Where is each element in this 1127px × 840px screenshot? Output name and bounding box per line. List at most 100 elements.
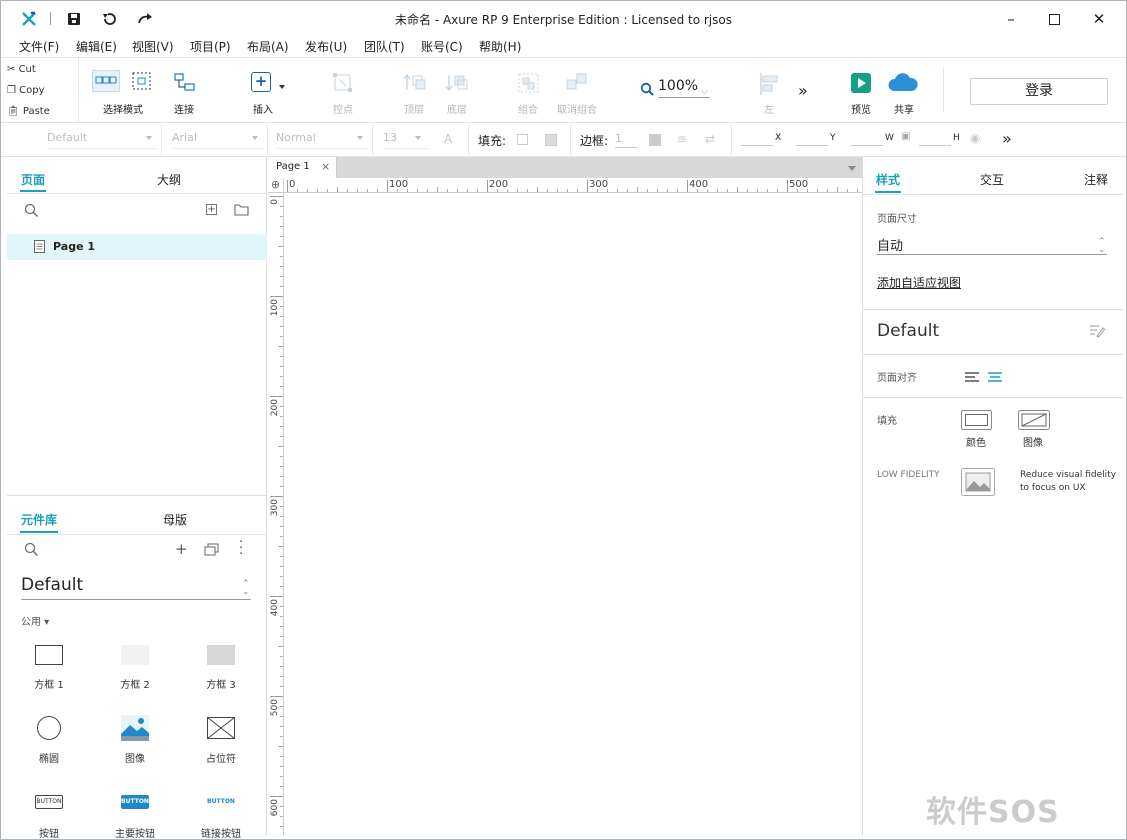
connect-icon[interactable] xyxy=(173,72,197,94)
category-toggle[interactable]: 公用 ▾ xyxy=(21,613,49,628)
box-3-icon[interactable] xyxy=(207,645,235,665)
menu-help[interactable]: 帮助(H) xyxy=(479,38,521,55)
tab-library[interactable]: 元件库 xyxy=(21,511,57,528)
ruler-minor-tick xyxy=(280,806,283,807)
tab-style[interactable]: 样式 xyxy=(876,171,900,188)
fill-color-label: 颜色 xyxy=(966,438,986,449)
search-icon[interactable] xyxy=(24,542,39,557)
x-input[interactable] xyxy=(741,145,773,146)
menu-project[interactable]: 项目(P) xyxy=(190,38,231,55)
minimize-button[interactable]: – xyxy=(999,9,1023,29)
maximize-button[interactable] xyxy=(1042,9,1066,29)
menu-edit[interactable]: 编辑(E) xyxy=(76,38,117,55)
page-list-item[interactable]: Page 1 xyxy=(7,234,267,260)
shadow-swatch[interactable] xyxy=(545,134,557,146)
style-select[interactable]: Default xyxy=(47,131,157,149)
design-canvas[interactable] xyxy=(285,193,862,835)
tab-page-1[interactable]: Page 1 × xyxy=(268,157,337,178)
ruler-minor-tick xyxy=(280,466,283,467)
align-left-icon[interactable] xyxy=(758,72,780,96)
tab-interactions[interactable]: 交互 xyxy=(980,171,1004,188)
insert-plus-icon[interactable]: + xyxy=(251,72,271,92)
search-icon[interactable] xyxy=(24,203,39,218)
ruler-label: 200 xyxy=(270,399,280,417)
h-input[interactable] xyxy=(919,145,951,146)
share-cloud-icon[interactable] xyxy=(887,72,919,94)
border-width-input[interactable]: 1 xyxy=(615,132,637,148)
point-icon[interactable] xyxy=(332,72,354,94)
arrow-style-icon[interactable]: ⇄ xyxy=(705,132,715,146)
library-window-icon[interactable] xyxy=(204,543,219,556)
more-tools-icon[interactable]: » xyxy=(798,81,808,100)
visibility-eye-icon[interactable]: ◉ xyxy=(970,131,980,145)
font-color-icon[interactable]: A xyxy=(444,132,452,146)
menu-publish[interactable]: 发布(U) xyxy=(305,38,347,55)
add-folder-icon[interactable] xyxy=(234,203,249,216)
ruler-minor-tick xyxy=(280,336,283,337)
select-intersect-button[interactable] xyxy=(92,70,120,92)
menu-view[interactable]: 视图(V) xyxy=(132,38,174,55)
ruler-origin-icon[interactable]: ⊕ xyxy=(268,178,284,193)
placeholder-icon[interactable] xyxy=(207,717,235,739)
login-button[interactable]: 登录 xyxy=(970,78,1108,105)
select-contain-button[interactable] xyxy=(131,71,153,91)
close-tab-icon[interactable]: × xyxy=(321,160,330,173)
primary-button-icon[interactable]: BUTTON xyxy=(121,795,149,809)
ruler-minor-tick xyxy=(278,646,283,647)
menu-team[interactable]: 团队(T) xyxy=(364,38,405,55)
font-select[interactable]: Arial xyxy=(172,131,264,149)
library-select[interactable]: Default xyxy=(21,575,251,600)
fill-color-swatch[interactable] xyxy=(517,134,528,145)
group-icon[interactable] xyxy=(517,72,541,94)
ruler-minor-tick xyxy=(377,189,378,192)
y-input[interactable] xyxy=(796,145,828,146)
ruler-minor-tick xyxy=(280,666,283,667)
tab-outline[interactable]: 大纲 xyxy=(157,171,181,188)
ruler-minor-tick xyxy=(280,516,283,517)
cut-button[interactable]: ✂ Cut xyxy=(7,64,36,75)
low-fidelity-toggle-icon[interactable] xyxy=(961,468,995,496)
button-icon[interactable]: BUTTON xyxy=(35,795,63,809)
image-icon[interactable] xyxy=(121,715,149,741)
border-style-icon[interactable]: ≡ xyxy=(677,132,687,146)
menu-file[interactable]: 文件(F) xyxy=(19,38,59,55)
bring-front-icon[interactable] xyxy=(402,72,428,94)
tab-list-dropdown-icon[interactable] xyxy=(848,166,856,171)
ungroup-icon[interactable] xyxy=(565,72,589,94)
weight-select[interactable]: Normal xyxy=(276,131,368,149)
lock-ratio-icon[interactable]: ▣ xyxy=(901,131,910,142)
page-size-select[interactable]: 自动 xyxy=(877,235,1107,255)
add-page-icon[interactable]: + xyxy=(206,204,217,215)
ruler-label: 0 xyxy=(289,179,296,190)
fill-image-button[interactable] xyxy=(1018,410,1050,430)
ellipse-icon[interactable] xyxy=(37,716,61,740)
preview-icon[interactable] xyxy=(851,73,871,93)
ruler-minor-tick xyxy=(767,189,768,192)
tab-pages[interactable]: 页面 xyxy=(21,171,45,188)
tab-masters[interactable]: 母版 xyxy=(163,511,187,528)
box-1-icon[interactable] xyxy=(35,645,63,665)
menu-account[interactable]: 账号(C) xyxy=(421,38,463,55)
paste-button[interactable]: 📋︎ Paste xyxy=(7,106,50,117)
edit-style-icon[interactable] xyxy=(1089,324,1105,338)
tab-notes[interactable]: 注释 xyxy=(1084,171,1108,188)
insert-dropdown-icon[interactable] xyxy=(279,85,285,89)
size-select[interactable]: 13 xyxy=(383,131,429,149)
send-back-icon[interactable] xyxy=(444,72,470,94)
border-color-swatch[interactable] xyxy=(649,134,661,146)
menu-arrange[interactable]: 布局(A) xyxy=(247,38,289,55)
ruler-minor-tick xyxy=(278,446,283,447)
w-input[interactable] xyxy=(851,145,883,146)
add-library-icon[interactable]: + xyxy=(175,540,188,558)
close-button[interactable]: ✕ xyxy=(1087,9,1111,29)
link-button-icon[interactable]: BUTTON xyxy=(205,795,237,809)
copy-button[interactable]: ❐ Copy xyxy=(7,85,45,96)
library-menu-icon[interactable]: · · · xyxy=(239,536,243,561)
ruler-minor-tick xyxy=(280,266,283,267)
box-2-icon[interactable] xyxy=(121,645,149,665)
fill-color-button[interactable] xyxy=(961,410,992,430)
align-page-left-icon[interactable] xyxy=(964,371,980,383)
add-adaptive-view-link[interactable]: 添加自适应视图 xyxy=(877,274,961,291)
more-format-icon[interactable]: » xyxy=(1002,129,1012,148)
align-page-center-icon[interactable] xyxy=(987,371,1003,383)
